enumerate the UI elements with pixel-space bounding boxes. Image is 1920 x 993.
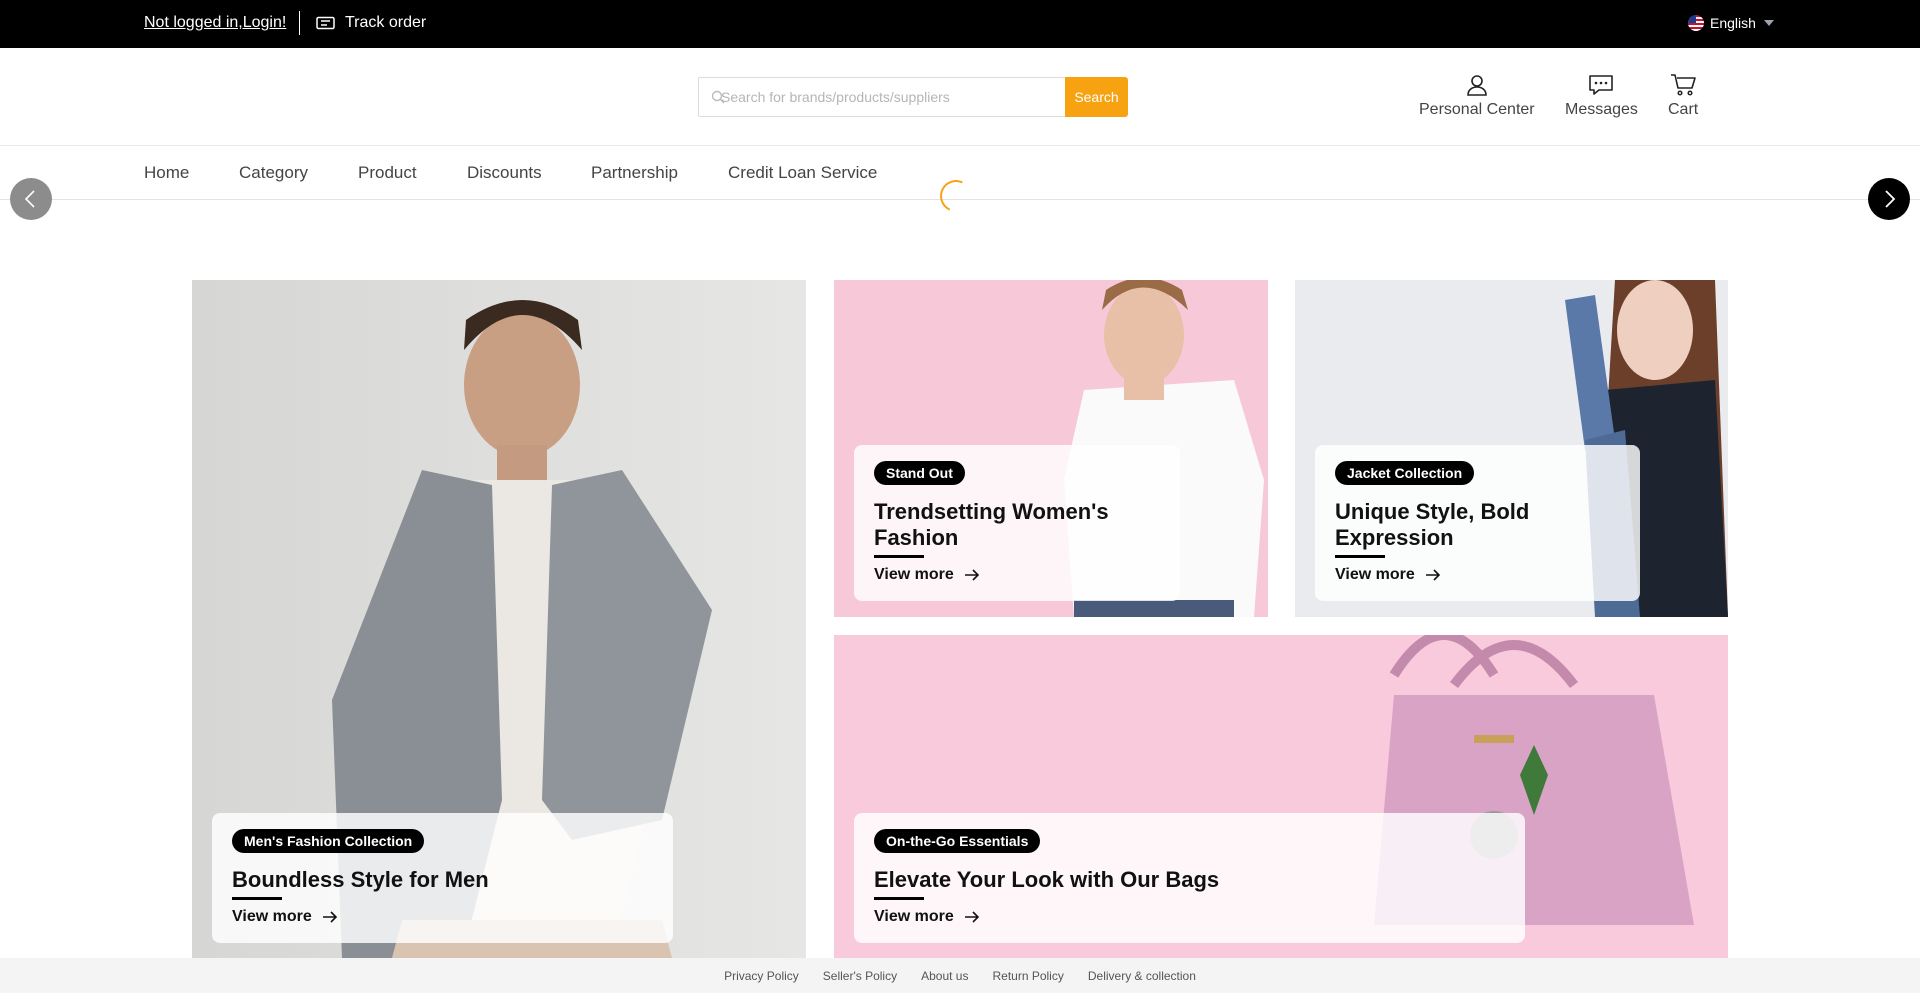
nav-item-home[interactable]: Home: [144, 163, 189, 183]
cart-button[interactable]: Cart: [1668, 73, 1698, 119]
banner-tag: Men's Fashion Collection: [232, 829, 425, 853]
arrow-right-icon: [1425, 569, 1440, 581]
search-button[interactable]: Search: [1065, 77, 1128, 117]
carousel-prev-button[interactable]: [10, 178, 52, 220]
user-icon: [1467, 75, 1487, 96]
view-more-link[interactable]: View more: [874, 566, 1160, 584]
footer-link-privacy-policy[interactable]: Privacy Policy: [724, 969, 799, 983]
chevron-left-icon: [24, 190, 35, 208]
search-input[interactable]: [698, 77, 1065, 117]
nav-item-discounts[interactable]: Discounts: [467, 163, 542, 183]
view-more-label: View more: [874, 908, 954, 925]
footer-link-delivery-collection[interactable]: Delivery & collection: [1088, 969, 1196, 983]
footer: Privacy Policy Seller's Policy About us …: [0, 958, 1920, 993]
top-bar: Not logged in,Login! Track order English: [0, 0, 1920, 48]
nav-item-category[interactable]: Category: [239, 163, 308, 183]
login-link[interactable]: Not logged in,Login!: [144, 14, 286, 32]
track-order-link[interactable]: Track order: [316, 14, 426, 32]
language-selector[interactable]: English: [1688, 15, 1774, 31]
nav-item-partnership[interactable]: Partnership: [591, 163, 678, 183]
view-more-link[interactable]: View more: [1335, 566, 1620, 584]
search-bar: Search: [698, 77, 1128, 117]
view-more-label: View more: [232, 908, 312, 925]
title-underline: [874, 897, 924, 900]
title-underline: [874, 555, 924, 558]
arrow-right-icon: [964, 911, 979, 923]
personal-center-button[interactable]: Personal Center: [1419, 73, 1535, 119]
search-icon: [711, 90, 725, 104]
banner-title: Elevate Your Look with Our Bags: [874, 867, 1220, 892]
header: Search Personal Center Messages Cart: [0, 48, 1920, 146]
chevron-right-icon: [1885, 190, 1896, 208]
topbar-divider: [299, 11, 300, 35]
chat-icon: [1589, 75, 1614, 95]
cart-icon: [1671, 74, 1696, 96]
title-underline: [232, 897, 282, 900]
banner-title: Trendsetting Women's Fashion: [874, 499, 1109, 550]
footer-link-sellers-policy[interactable]: Seller's Policy: [823, 969, 897, 983]
banner-bags[interactable]: On-the-Go Essentials Elevate Your Look w…: [834, 635, 1728, 958]
arrow-right-icon: [322, 911, 337, 923]
title-underline: [1335, 555, 1385, 558]
language-label: English: [1710, 15, 1756, 31]
personal-center-label: Personal Center: [1419, 101, 1535, 118]
ticket-icon: [316, 16, 335, 30]
arrow-right-icon: [964, 569, 979, 581]
nav-item-product[interactable]: Product: [358, 163, 417, 183]
track-order-label: Track order: [345, 14, 427, 31]
banner-card: Men's Fashion Collection Boundless Style…: [212, 813, 673, 943]
banner-title: Boundless Style for Men: [232, 867, 489, 892]
messages-label: Messages: [1565, 101, 1638, 118]
caret-down-icon: [1763, 20, 1774, 26]
banner-men[interactable]: Men's Fashion Collection Boundless Style…: [192, 280, 806, 958]
banner-title: Unique Style, Bold Expression: [1335, 499, 1530, 550]
view-more-label: View more: [1335, 566, 1415, 583]
view-more-label: View more: [874, 566, 954, 583]
us-flag-icon: [1688, 15, 1704, 31]
view-more-link[interactable]: View more: [232, 908, 653, 926]
messages-button[interactable]: Messages: [1565, 73, 1638, 119]
view-more-link[interactable]: View more: [874, 908, 1505, 926]
nav-item-credit-loan-service[interactable]: Credit Loan Service: [728, 163, 877, 183]
banner-card: Stand Out Trendsetting Women's Fashion V…: [854, 445, 1180, 601]
footer-link-about-us[interactable]: About us: [921, 969, 968, 983]
banner-card: On-the-Go Essentials Elevate Your Look w…: [854, 813, 1525, 943]
cart-label: Cart: [1668, 101, 1699, 118]
banner-card: Jacket Collection Unique Style, Bold Exp…: [1315, 445, 1640, 601]
banner-jacket[interactable]: Jacket Collection Unique Style, Bold Exp…: [1295, 280, 1728, 617]
banner-tag: On-the-Go Essentials: [874, 829, 1041, 853]
banner-women[interactable]: Stand Out Trendsetting Women's Fashion V…: [834, 280, 1268, 617]
banner-tag: Stand Out: [874, 461, 965, 485]
carousel-next-button[interactable]: [1868, 178, 1910, 220]
banner-tag: Jacket Collection: [1335, 461, 1475, 485]
footer-link-return-policy[interactable]: Return Policy: [992, 969, 1063, 983]
